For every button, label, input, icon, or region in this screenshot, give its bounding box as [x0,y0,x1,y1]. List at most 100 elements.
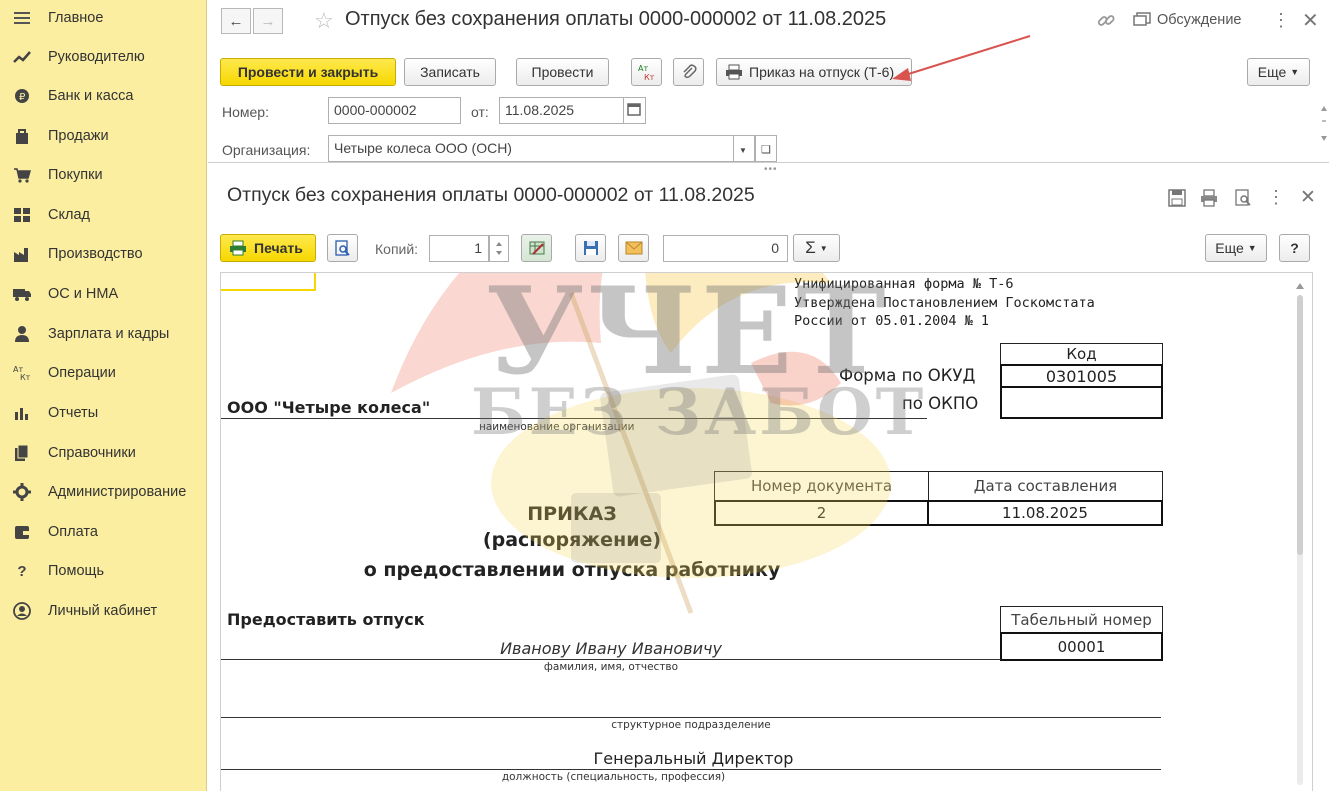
organization-dropdown[interactable]: ▼ [733,135,755,162]
department-caption: структурное подразделение [611,719,771,731]
print-form: Отпуск без сохранения оплаты 0000-000002… [208,172,1329,791]
coin-icon: ₽ [12,86,32,106]
position-underline [221,769,1161,770]
back-button[interactable]: ← [221,8,251,34]
truck-icon [12,284,32,304]
organization-row: Организация: Четыре колеса ООО (ОСН) ▼ ❏ [208,134,1329,162]
organization-name: ООО "Четыре колеса" [227,398,431,417]
tab-number-header: Табельный номер [1000,606,1163,633]
stepper-arrows-icon [496,242,502,255]
close-icon[interactable]: ✕ [1297,186,1319,208]
caret-down-icon: ▼ [739,146,747,155]
save-button[interactable]: Записать [404,58,496,86]
discussion-link[interactable]: Обсуждение [1157,12,1241,28]
dt-kt-button[interactable]: Ат Кт [631,58,662,86]
printer-icon [230,240,246,256]
organization-open-button[interactable]: ❏ [755,135,777,162]
preview-button[interactable] [327,234,358,262]
more-label: Еще [1215,240,1244,256]
paperclip-icon [682,64,697,79]
date-input[interactable]: 11.08.2025 [499,97,624,124]
sidebar-item-sales[interactable]: Продажи [0,118,207,154]
svg-text:₽: ₽ [19,92,26,103]
attach-button[interactable] [673,58,704,86]
sum-field[interactable]: 0 [663,235,788,262]
sidebar-item-directories[interactable]: Справочники [0,435,207,471]
document-title: Отпуск без сохранения оплаты 0000-000002… [345,8,887,30]
shopping-bag-icon [12,126,32,146]
more-vertical-icon[interactable]: ⋮ [1272,10,1290,31]
annotation-arrow [892,35,1031,81]
save-file-button[interactable] [575,234,606,262]
form-header-line: России от 05.01.2004 № 1 [794,313,990,329]
position-value: Генеральный Директор [593,749,794,768]
doc-date-header: Дата составления [928,471,1163,501]
forward-button[interactable]: → [253,8,283,34]
preview-icon[interactable] [1232,187,1254,209]
printer-icon [726,64,742,80]
sidebar-item-label: Главное [48,10,104,26]
sheet-scrollbar[interactable] [1296,283,1304,788]
employee-name: Иванову Ивану Ивановичу [500,639,722,658]
person-icon [12,324,32,344]
organization-input[interactable]: Четыре колеса ООО (ОСН) [328,135,734,162]
sidebar-item-label: Продажи [48,128,109,144]
discussion-icon [1133,12,1151,31]
help-button[interactable]: ? [1279,234,1310,262]
sidebar-item-reports[interactable]: Отчеты [0,395,207,431]
sidebar-item-assets[interactable]: ОС и НМА [0,276,207,312]
sidebar-item-purchases[interactable]: Покупки [0,157,207,193]
link-icon[interactable] [1096,11,1116,34]
sidebar-item-main[interactable]: Главное [0,0,207,36]
code-header: Код [1000,343,1163,364]
magnifier-icon [334,240,350,256]
spreadsheet-document[interactable]: Унифицированная форма № Т-6 Утверждена П… [220,272,1313,791]
sidebar-item-label: Администрирование [48,484,187,500]
print-button[interactable]: Печать [220,234,316,262]
edit-mode-button[interactable] [521,234,552,262]
copies-stepper[interactable] [489,235,509,262]
sidebar-item-label: Зарплата и кадры [48,326,170,342]
sidebar-item-production[interactable]: Производство [0,236,207,272]
email-button[interactable] [618,234,649,262]
tab-number: 00001 [1000,632,1163,661]
printer-icon[interactable] [1198,187,1220,209]
form-scrollbar[interactable] [1320,104,1328,144]
number-label: Номер: [222,104,269,120]
number-input[interactable]: 0000-000002 [328,97,461,124]
sidebar-item-operations[interactable]: Ат Кт Операции [0,355,207,391]
sidebar-item-admin[interactable]: Администрирование [0,474,207,510]
more-button[interactable]: Еще ▼ [1205,234,1267,262]
sidebar-item-payroll[interactable]: Зарплата и кадры [0,316,207,352]
date-label: от: [471,104,489,120]
star-icon[interactable]: ☆ [314,8,334,34]
calendar-button[interactable] [623,97,646,124]
arrow-right-icon: → [260,12,276,30]
svg-text:Кт: Кт [644,73,655,81]
copies-input[interactable]: 1 [429,235,489,262]
sum-button[interactable]: Σ ▼ [793,234,840,262]
grant-leave-label: Предоставить отпуск [227,610,425,629]
sidebar-item-manager[interactable]: Руководителю [0,39,207,75]
post-button[interactable]: Провести [516,58,609,86]
envelope-icon [625,241,642,255]
arrow-left-icon: ← [228,12,244,30]
sidebar-item-label: Покупки [48,167,103,183]
caret-down-icon: ▼ [1290,67,1300,77]
close-icon[interactable]: ✕ [1302,8,1319,33]
save-icon[interactable] [1166,187,1188,209]
post-and-close-button[interactable]: Провести и закрыть [220,58,396,86]
sidebar-item-label: Производство [48,246,143,262]
sigma-icon: Σ [805,238,816,257]
sidebar-item-bank[interactable]: ₽ Банк и касса [0,78,207,114]
svg-text:Ат: Ат [638,64,648,73]
more-button[interactable]: Еще ▼ [1247,58,1310,86]
sidebar-item-payment[interactable]: Оплата [0,514,207,550]
sidebar-item-warehouse[interactable]: Склад [0,197,207,233]
sidebar-item-label: Помощь [48,563,105,579]
sidebar-item-account[interactable]: Личный кабинет [0,593,207,629]
more-vertical-icon[interactable]: ⋮ [1265,186,1287,208]
sidebar-item-label: Отчеты [48,405,99,421]
organization-underline [221,418,927,419]
sidebar-item-help[interactable]: ? Помощь [0,553,207,589]
